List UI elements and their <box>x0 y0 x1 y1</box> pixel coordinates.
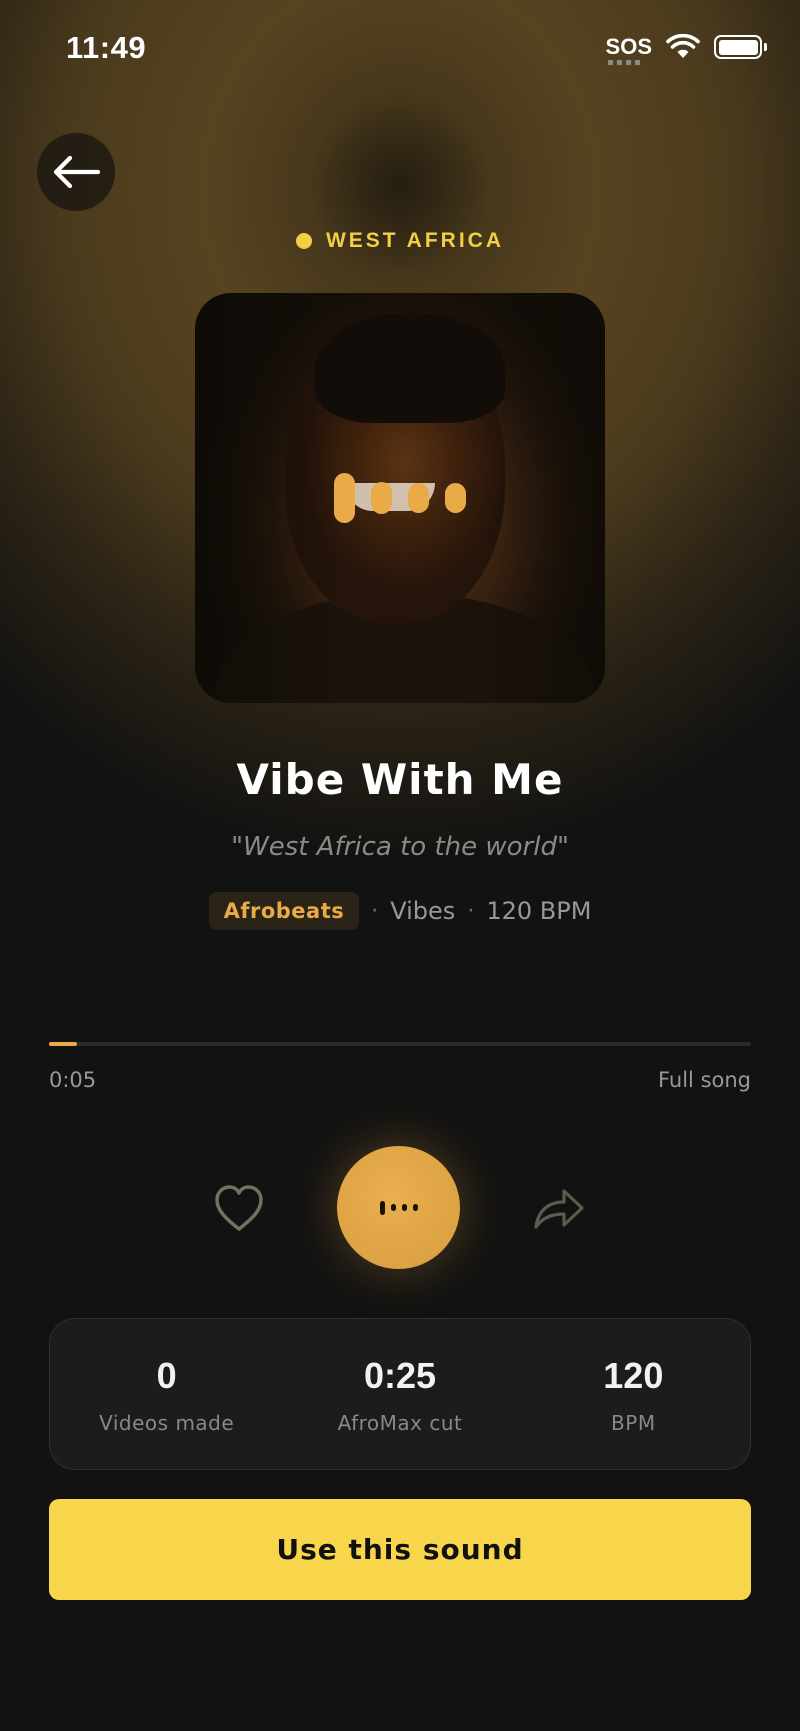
equalizer-icon <box>195 293 605 703</box>
track-mood: Vibes <box>390 897 456 925</box>
status-time: 11:49 <box>66 30 147 65</box>
play-equalizer-bar <box>379 1200 385 1215</box>
genre-badge[interactable]: Afrobeats <box>208 892 360 930</box>
region-tag: WEST AFRICA <box>0 229 800 253</box>
meta-separator: · <box>371 898 379 924</box>
track-title: Vibe With Me <box>236 755 564 804</box>
track-tagline: "West Africa to the world" <box>231 832 569 862</box>
heart-icon <box>215 1185 263 1231</box>
stat-value: 0:25 <box>363 1355 437 1396</box>
equalizer-bar <box>371 482 392 514</box>
arrow-left-icon <box>53 155 100 189</box>
stat-label: AfroMax cut <box>337 1411 463 1435</box>
sos-indicator: SOS <box>605 34 652 65</box>
share-arrow-icon <box>534 1189 584 1229</box>
sos-label: SOS <box>605 34 652 59</box>
track-bpm: 120 BPM <box>486 897 592 925</box>
stats-card: 0 Videos made 0:25 AfroMax cut 120 BPM <box>49 1318 751 1470</box>
progress-fill <box>49 1042 78 1046</box>
battery-icon <box>714 35 767 59</box>
equalizer-bar <box>334 473 355 523</box>
stat-videos-made: 0 Videos made <box>50 1319 283 1469</box>
album-artwork[interactable] <box>195 293 605 703</box>
stat-bpm: 120 BPM <box>517 1319 750 1469</box>
share-button[interactable] <box>532 1182 586 1232</box>
like-button[interactable] <box>210 1180 268 1236</box>
use-sound-button[interactable]: Use this sound <box>49 1499 751 1600</box>
equalizer-bar <box>445 483 466 513</box>
play-button[interactable] <box>337 1146 460 1269</box>
stat-value: 120 <box>603 1355 664 1396</box>
current-time: 0:05 <box>49 1068 97 1092</box>
back-button[interactable] <box>37 133 115 211</box>
region-label: WEST AFRICA <box>325 229 505 252</box>
progress-bar[interactable] <box>49 1042 751 1046</box>
stat-value: 0 <box>156 1355 177 1396</box>
track-meta: Afrobeats · Vibes · 120 BPM <box>0 892 800 930</box>
equalizer-bar <box>408 483 429 513</box>
stat-label: BPM <box>611 1411 656 1435</box>
play-equalizer-bar <box>390 1204 396 1211</box>
play-equalizer-bar <box>401 1204 407 1211</box>
total-time-label: Full song <box>657 1068 751 1092</box>
stat-label: Videos made <box>99 1411 235 1435</box>
wifi-icon <box>666 34 700 58</box>
region-dot-icon <box>295 233 312 249</box>
play-equalizer-bar <box>412 1204 418 1211</box>
signal-dots-icon <box>607 60 642 65</box>
meta-separator: · <box>467 898 475 924</box>
stat-afromax-cut: 0:25 AfroMax cut <box>283 1319 516 1469</box>
status-icons: SOS <box>605 34 767 65</box>
